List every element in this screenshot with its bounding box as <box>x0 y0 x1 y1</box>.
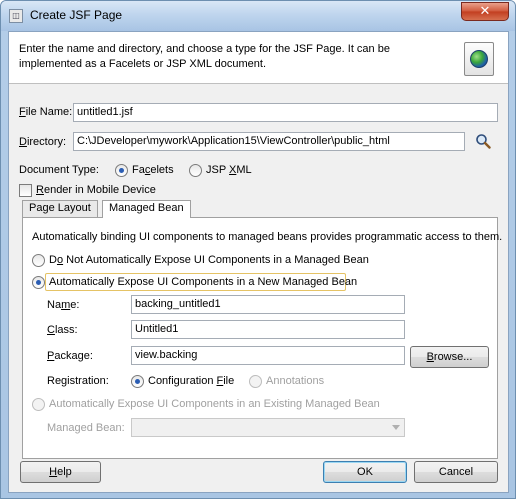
browse-package-button[interactable]: Browse... <box>410 346 489 368</box>
option-existing-bean-label: Automatically Expose UI Components in an… <box>49 398 380 410</box>
config-file-radio[interactable] <box>131 375 144 388</box>
existing-bean-label: Managed Bean: <box>47 422 125 434</box>
chevron-down-icon <box>392 425 400 430</box>
bean-class-label: Class: <box>47 324 78 336</box>
bean-name-input[interactable]: backing_untitled1 <box>131 295 405 314</box>
file-name-input[interactable]: untitled1.jsf <box>73 103 498 122</box>
close-button[interactable]: ✕ <box>461 2 509 21</box>
header-panel: Enter the name and directory, and choose… <box>9 32 508 84</box>
directory-label: Directory: <box>19 136 67 148</box>
app-icon: ◫ <box>9 9 23 23</box>
annotations-radio[interactable] <box>249 375 262 388</box>
dialog-body: Enter the name and directory, and choose… <box>8 31 509 493</box>
managed-bean-intro: Automatically binding UI components to m… <box>32 231 503 243</box>
registration-label: Registration: <box>47 375 109 387</box>
title-bar: ◫ Create JSF Page ✕ <box>1 1 515 31</box>
option-new-bean-radio[interactable] <box>32 276 45 289</box>
bean-class-input[interactable]: Untitled1 <box>131 320 405 339</box>
tab-page-layout[interactable]: Page Layout <box>22 200 98 217</box>
option-no-expose-label: Do Not Automatically Expose UI Component… <box>49 254 369 266</box>
annotations-label: Annotations <box>266 375 325 387</box>
existing-bean-combo[interactable] <box>131 418 405 437</box>
bean-package-input[interactable]: view.backing <box>131 346 405 365</box>
render-mobile-checkbox[interactable] <box>19 184 32 197</box>
bean-package-label: Package: <box>47 350 93 362</box>
option-new-bean-label: Automatically Expose UI Components in a … <box>49 276 358 288</box>
facelets-radio[interactable] <box>115 164 128 177</box>
jsp-xml-radio[interactable] <box>189 164 202 177</box>
file-name-label: File Name: <box>19 106 73 118</box>
ok-button[interactable]: OK <box>323 461 407 483</box>
config-file-label: Configuration File <box>148 375 235 387</box>
window-title: Create JSF Page <box>30 8 123 22</box>
globe-icon <box>464 42 494 76</box>
render-mobile-label: Render in Mobile Device <box>36 184 156 196</box>
cancel-button[interactable]: Cancel <box>414 461 498 483</box>
facelets-label: Facelets <box>132 164 174 176</box>
document-type-label: Document Type: <box>19 164 99 176</box>
bean-name-label: Name: <box>47 299 80 311</box>
browse-directory-search-icon[interactable] <box>475 133 491 149</box>
header-description: Enter the name and directory, and choose… <box>19 43 390 70</box>
directory-input[interactable]: C:\JDeveloper\mywork\Application15\ViewC… <box>73 132 465 151</box>
tab-managed-bean[interactable]: Managed Bean <box>102 200 191 218</box>
managed-bean-panel: Automatically binding UI components to m… <box>22 217 502 459</box>
option-no-expose-radio[interactable] <box>32 254 45 267</box>
create-jsf-page-dialog: ◫ Create JSF Page ✕ Enter the name and d… <box>0 0 516 499</box>
jsp-xml-label: JSP XML <box>206 164 252 176</box>
globe-graphic <box>470 50 488 68</box>
help-button[interactable]: Help <box>20 461 101 483</box>
option-existing-bean-radio[interactable] <box>32 398 45 411</box>
